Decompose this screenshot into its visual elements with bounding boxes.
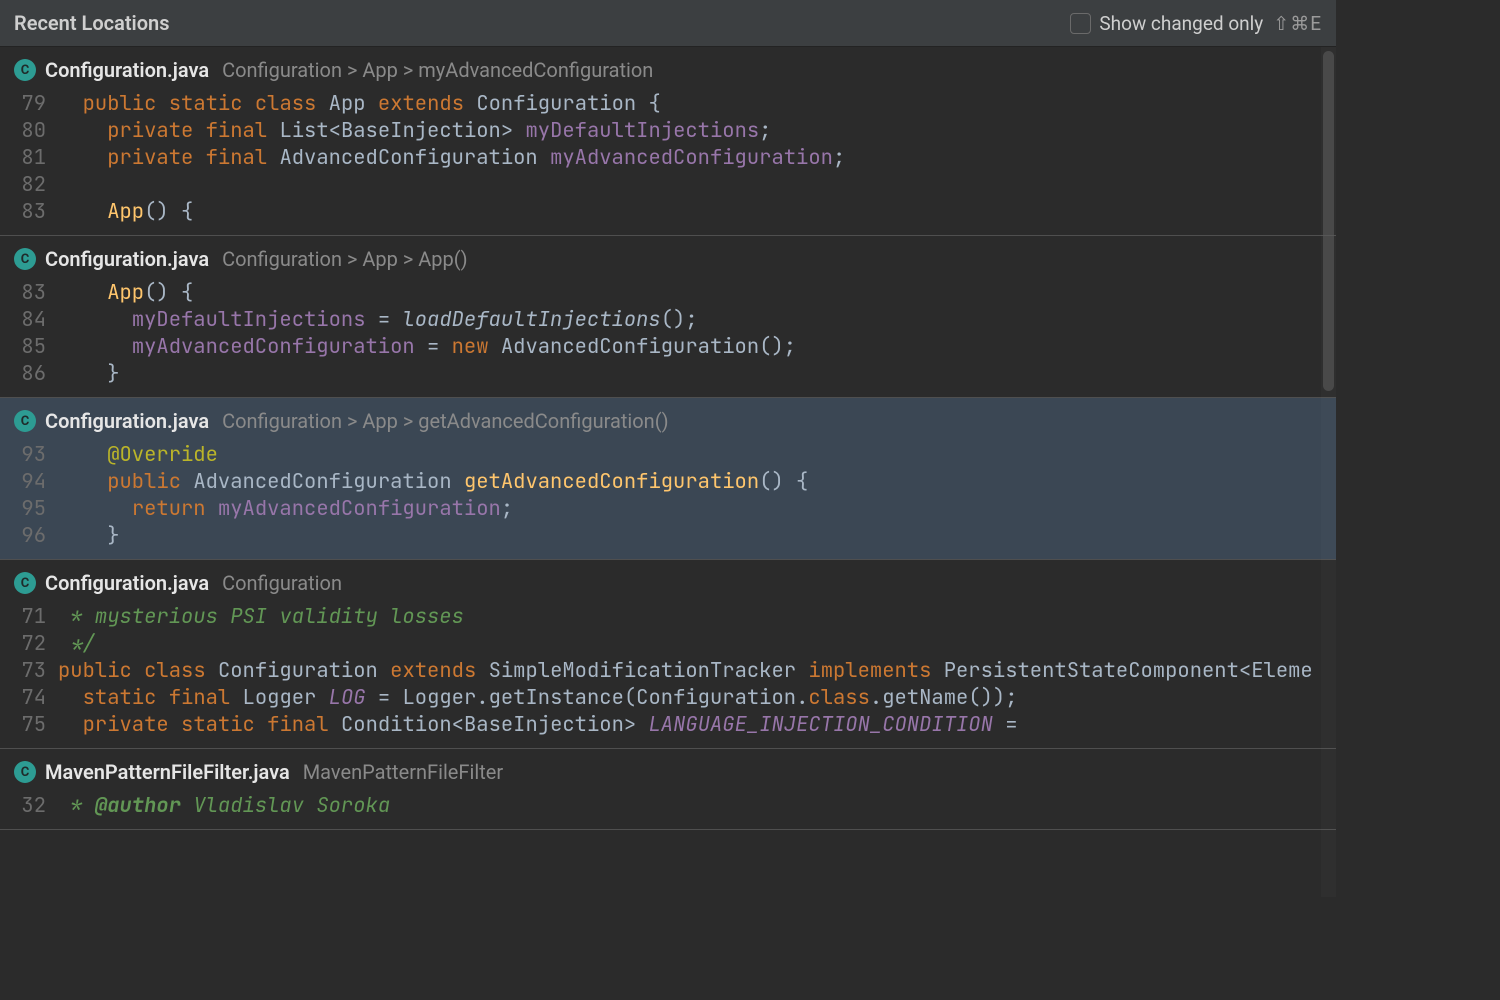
- entry-header[interactable]: C MavenPatternFileFilter.java MavenPattern…: [0, 749, 1336, 790]
- show-changed-only-label[interactable]: Show changed only: [1099, 12, 1263, 35]
- class-icon: C: [14, 59, 36, 81]
- code-line[interactable]: 83 App() {: [0, 198, 1336, 225]
- code-line[interactable]: 81 private final AdvancedConfiguration m…: [0, 144, 1336, 171]
- file-name: Configuration.java: [45, 409, 209, 433]
- code-text: return myAdvancedConfiguration;: [58, 495, 513, 522]
- line-number: 32: [0, 792, 58, 819]
- code-snippet: 83 App() {84 myDefaultInjections = loadD…: [0, 277, 1336, 397]
- line-number: 82: [0, 171, 58, 198]
- line-number: 96: [0, 522, 58, 549]
- breadcrumb: Configuration > App > myAdvancedConfigur…: [222, 58, 653, 82]
- class-icon: C: [14, 248, 36, 270]
- code-line[interactable]: 93 @Override: [0, 441, 1336, 468]
- location-entry[interactable]: C Configuration.java Configuration > App >…: [0, 47, 1336, 236]
- line-number: 83: [0, 198, 58, 225]
- breadcrumb: Configuration: [222, 571, 342, 595]
- code-line[interactable]: 94 public AdvancedConfiguration getAdvan…: [0, 468, 1336, 495]
- entry-header[interactable]: C Configuration.java Configuration: [0, 560, 1336, 601]
- code-text: public static class App extends Configur…: [58, 90, 661, 117]
- shortcut-hint: ⇧⌘E: [1273, 12, 1322, 35]
- code-text: * mysterious PSI validity losses: [58, 603, 464, 630]
- code-line[interactable]: 73public class Configuration extends Sim…: [0, 657, 1336, 684]
- code-line[interactable]: 71 * mysterious PSI validity losses: [0, 603, 1336, 630]
- code-line[interactable]: 74 static final Logger LOG = Logger.getI…: [0, 684, 1336, 711]
- show-changed-only-checkbox[interactable]: [1070, 13, 1091, 34]
- code-line[interactable]: 79 public static class App extends Confi…: [0, 90, 1336, 117]
- line-number: 83: [0, 279, 58, 306]
- file-name: MavenPatternFileFilter.java: [45, 760, 290, 784]
- line-number: 75: [0, 711, 58, 738]
- line-number: 74: [0, 684, 58, 711]
- location-entry[interactable]: C Configuration.java Configuration > App >…: [0, 236, 1336, 398]
- code-line[interactable]: 96 }: [0, 522, 1336, 549]
- scrollbar-thumb[interactable]: [1323, 51, 1334, 391]
- code-line[interactable]: 85 myAdvancedConfiguration = new Advance…: [0, 333, 1336, 360]
- code-snippet: 71 * mysterious PSI validity losses72 */…: [0, 601, 1336, 748]
- code-line[interactable]: 72 */: [0, 630, 1336, 657]
- code-text: * @author Vladislav Soroka: [58, 792, 390, 819]
- line-number: 93: [0, 441, 58, 468]
- code-text: myAdvancedConfiguration = new AdvancedCo…: [58, 333, 796, 360]
- line-number: 80: [0, 117, 58, 144]
- location-entry[interactable]: C MavenPatternFileFilter.java MavenPattern…: [0, 749, 1336, 830]
- header-controls: Show changed only ⇧⌘E: [1070, 12, 1322, 35]
- line-number: 85: [0, 333, 58, 360]
- class-icon: C: [14, 410, 36, 432]
- file-name: Configuration.java: [45, 58, 209, 82]
- breadcrumb: MavenPatternFileFilter: [303, 760, 503, 784]
- code-line[interactable]: 83 App() {: [0, 279, 1336, 306]
- code-text: @Override: [58, 441, 218, 468]
- class-icon: C: [14, 761, 36, 783]
- line-number: 72: [0, 630, 58, 657]
- line-number: 95: [0, 495, 58, 522]
- line-number: 71: [0, 603, 58, 630]
- scrollbar[interactable]: [1321, 47, 1336, 897]
- code-text: private final List<BaseInjection> myDefa…: [58, 117, 771, 144]
- code-text: App() {: [58, 198, 193, 225]
- line-number: 94: [0, 468, 58, 495]
- entry-header[interactable]: C Configuration.java Configuration > App >…: [0, 47, 1336, 88]
- line-number: 73: [0, 657, 58, 684]
- popup-title: Recent Locations: [14, 11, 170, 35]
- code-line[interactable]: 86 }: [0, 360, 1336, 387]
- code-text: private final AdvancedConfiguration myAd…: [58, 144, 845, 171]
- code-snippet: 32 * @author Vladislav Soroka: [0, 790, 1336, 829]
- class-icon: C: [14, 572, 36, 594]
- code-text: public AdvancedConfiguration getAdvanced…: [58, 468, 808, 495]
- code-text: static final Logger LOG = Logger.getInst…: [58, 684, 1018, 711]
- code-text: App() {: [58, 279, 193, 306]
- code-line[interactable]: 75 private static final Condition<BaseIn…: [0, 711, 1336, 738]
- entry-header[interactable]: C Configuration.java Configuration > App >…: [0, 236, 1336, 277]
- code-text: }: [58, 360, 120, 387]
- line-number: 79: [0, 90, 58, 117]
- code-line[interactable]: 82: [0, 171, 1336, 198]
- file-name: Configuration.java: [45, 247, 209, 271]
- line-number: 84: [0, 306, 58, 333]
- code-line[interactable]: 32 * @author Vladislav Soroka: [0, 792, 1336, 819]
- code-snippet: 79 public static class App extends Confi…: [0, 88, 1336, 235]
- entry-header[interactable]: C Configuration.java Configuration > App >…: [0, 398, 1336, 439]
- code-text: private static final Condition<BaseInjec…: [58, 711, 1018, 738]
- breadcrumb: Configuration > App > getAdvancedConfigu…: [222, 409, 668, 433]
- popup-header: Recent Locations Show changed only ⇧⌘E: [0, 0, 1336, 47]
- breadcrumb: Configuration > App > App(): [222, 247, 468, 271]
- code-text: myDefaultInjections = loadDefaultInjecti…: [58, 306, 698, 333]
- code-snippet: 93 @Override94 public AdvancedConfigurat…: [0, 439, 1336, 559]
- file-name: Configuration.java: [45, 571, 209, 595]
- code-line[interactable]: 95 return myAdvancedConfiguration;: [0, 495, 1336, 522]
- line-number: 86: [0, 360, 58, 387]
- location-entry[interactable]: C Configuration.java Configuration 71 * mys…: [0, 560, 1336, 749]
- code-line[interactable]: 84 myDefaultInjections = loadDefaultInje…: [0, 306, 1336, 333]
- entries-list: C Configuration.java Configuration > App >…: [0, 47, 1336, 897]
- code-text: */: [58, 630, 95, 657]
- code-text: }: [58, 522, 120, 549]
- location-entry[interactable]: C Configuration.java Configuration > App >…: [0, 398, 1336, 560]
- code-line[interactable]: 80 private final List<BaseInjection> myD…: [0, 117, 1336, 144]
- code-text: public class Configuration extends Simpl…: [58, 657, 1313, 684]
- line-number: 81: [0, 144, 58, 171]
